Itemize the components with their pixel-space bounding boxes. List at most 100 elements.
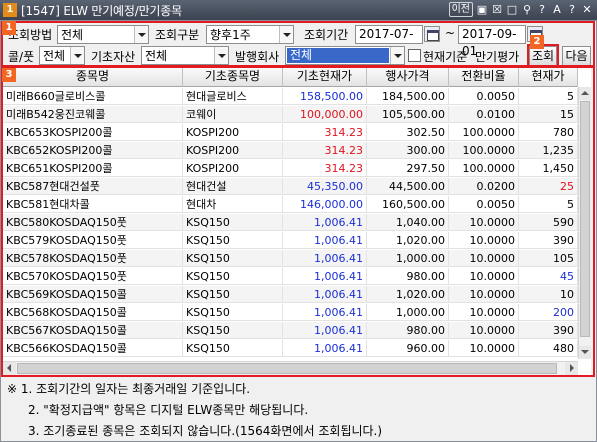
close-box-icon[interactable]: ☒	[491, 2, 503, 17]
table-row[interactable]: KBC579KOSDAQ150풋 KSQ150 1,006.41 1,020.00 10…	[3, 232, 578, 249]
date-from-input[interactable]: 2017-07-31	[355, 25, 423, 58]
note-3: 3. 조기종료된 종목은 조회되지 않습니다.(1564화면에서 조회됩니다.)	[28, 424, 383, 438]
next-button[interactable]: 다음	[562, 46, 591, 66]
table-row[interactable]: KBC566KOSDAQ150콜 KSQ150 1,006.41 960.00 10.0…	[3, 340, 578, 357]
type-value: 향후1주	[210, 28, 251, 42]
cell-underlying: KSQ150	[183, 304, 283, 321]
table-row[interactable]: KBC587현대건설풋 현대건설 45,350.00 44,500.00 0.0200 2…	[3, 178, 578, 195]
period-label: 조회기간	[304, 28, 349, 42]
cell-underlying: KSQ150	[183, 322, 283, 339]
chevron-down-icon[interactable]	[70, 47, 84, 64]
callput-label: 콜/풋	[8, 50, 35, 64]
help-icon[interactable]: ?	[536, 2, 548, 17]
cell-name: KBC653KOSPI200콜	[3, 124, 183, 141]
column-header-underlying[interactable]: 기초종목명	[183, 67, 283, 87]
close-icon[interactable]: ✕	[581, 2, 593, 17]
cell-strike: 1,000.00	[367, 250, 449, 267]
question-icon[interactable]: ?	[566, 2, 578, 17]
cell-name: KBC568KOSDAQ150콜	[3, 304, 183, 321]
cell-underlying-price: 1,006.41	[283, 268, 367, 285]
underlying-value: 전체	[145, 49, 168, 63]
table-row[interactable]: KBC581현대차콜 현대차 146,000.00 160,500.00 0.0050 5	[3, 196, 578, 213]
table-row[interactable]: KBC567KOSDAQ150콜 KSQ150 1,006.41 980.00 10.0…	[3, 322, 578, 339]
font-size-icon[interactable]: A	[551, 2, 563, 17]
scroll-right-icon[interactable]	[565, 362, 578, 375]
cell-strike: 1,020.00	[367, 232, 449, 249]
table-row[interactable]: KBC580KOSDAQ150풋 KSQ150 1,006.41 1,040.00 10…	[3, 214, 578, 231]
cell-name: KBC579KOSDAQ150풋	[3, 232, 183, 249]
cell-underlying-price: 1,006.41	[283, 250, 367, 267]
column-header-price[interactable]: 현재가	[519, 67, 578, 87]
cell-name: KBC570KOSDAQ150풋	[3, 268, 183, 285]
type-select[interactable]: 향후1주	[206, 25, 294, 44]
cell-price: 5	[519, 196, 578, 213]
method-select[interactable]: 전체	[57, 25, 149, 44]
cell-underlying-price: 146,000.00	[283, 196, 367, 213]
column-header-name[interactable]: 종목명	[3, 67, 183, 87]
cell-underlying-price: 1,006.41	[283, 304, 367, 321]
cell-underlying: KOSPI200	[183, 160, 283, 177]
table-row[interactable]: KBC652KOSPI200콜 KOSPI200 314.23 300.00 100.0…	[3, 142, 578, 159]
date-separator: ~	[445, 26, 456, 40]
cell-price: 390	[519, 232, 578, 249]
window-box-icon[interactable]: □	[506, 2, 518, 17]
current-basis-checkbox[interactable]	[408, 49, 421, 62]
cell-price: 590	[519, 214, 578, 231]
cell-underlying-price: 314.23	[283, 124, 367, 141]
maturity-eval-label: 만기평가	[475, 50, 520, 64]
cell-underlying-price: 1,006.41	[283, 232, 367, 249]
table-row[interactable]: KBC653KOSPI200콜 KOSPI200 314.23 302.50 100.0…	[3, 124, 578, 141]
cell-price: 1,235	[519, 142, 578, 159]
cell-underlying: KSQ150	[183, 340, 283, 357]
scroll-thumb[interactable]	[580, 101, 590, 337]
chevron-down-icon[interactable]	[390, 47, 404, 64]
cell-price: 1,450	[519, 160, 578, 177]
cell-underlying-price: 45,350.00	[283, 178, 367, 195]
column-header-underlying-price[interactable]: 기초현재가	[283, 67, 367, 87]
chevron-down-icon[interactable]	[279, 26, 293, 43]
calendar-icon[interactable]	[424, 26, 440, 42]
table-row[interactable]: KBC578KOSDAQ150풋 KSQ150 1,006.41 1,000.00 10…	[3, 250, 578, 267]
underlying-select[interactable]: 전체	[141, 46, 229, 65]
restore-icon[interactable]: ▣	[476, 2, 488, 17]
horizontal-scrollbar[interactable]	[3, 361, 578, 375]
cell-ratio: 0.0200	[449, 178, 519, 195]
cell-ratio: 10.0000	[449, 232, 519, 249]
table-row[interactable]: KBC568KOSDAQ150콜 KSQ150 1,006.41 1,000.00 10…	[3, 304, 578, 321]
scroll-thumb[interactable]	[17, 363, 557, 374]
table-row[interactable]: KBC570KOSDAQ150풋 KSQ150 1,006.41 980.00 10.0…	[3, 268, 578, 285]
cell-underlying-price: 1,006.41	[283, 340, 367, 357]
cell-strike: 1,040.00	[367, 214, 449, 231]
vertical-scrollbar[interactable]	[578, 87, 591, 359]
cell-ratio: 10.0000	[449, 340, 519, 357]
cell-name: KBC581현대차콜	[3, 196, 183, 213]
cell-ratio: 100.0000	[449, 124, 519, 141]
issuer-select[interactable]: 전체	[285, 46, 405, 65]
scroll-left-icon[interactable]	[3, 362, 16, 375]
scroll-up-icon[interactable]	[579, 87, 591, 100]
cell-underlying: KOSPI200	[183, 124, 283, 141]
table-row[interactable]: KBC651KOSPI200콜 KOSPI200 314.23 297.50 100.0…	[3, 160, 578, 177]
cell-ratio: 0.0050	[449, 88, 519, 105]
cell-underlying-price: 158,500.00	[283, 88, 367, 105]
callput-select[interactable]: 전체	[39, 46, 85, 65]
cell-underlying: KSQ150	[183, 250, 283, 267]
cell-price: 45	[519, 268, 578, 285]
column-header-strike[interactable]: 행사가격	[367, 67, 449, 87]
cell-ratio: 10.0000	[449, 286, 519, 303]
table-row[interactable]: 미래B542웅진코웨콜 코웨이 100,000.00 105,500.00 0.0100…	[3, 106, 578, 123]
cell-ratio: 10.0000	[449, 268, 519, 285]
chevron-down-icon[interactable]	[134, 26, 148, 43]
cell-price: 10	[519, 286, 578, 303]
search-button[interactable]: 조회	[529, 46, 557, 66]
cell-ratio: 10.0000	[449, 250, 519, 267]
date-to-input[interactable]: 2017-09-01	[458, 25, 526, 58]
scroll-down-icon[interactable]	[579, 346, 591, 359]
column-header-ratio[interactable]: 전환비율	[449, 67, 519, 87]
table-row[interactable]: KBC569KOSDAQ150콜 KSQ150 1,006.41 1,020.00 10…	[3, 286, 578, 303]
issuer-value: 전체	[287, 48, 389, 63]
table-row[interactable]: 미래B660글로비스콜 현대글로비스 158,500.00 184,500.00 0.0…	[3, 88, 578, 105]
pin-icon[interactable]: ⚲	[521, 2, 533, 17]
prev-screen-button[interactable]: 이전	[448, 2, 473, 17]
chevron-down-icon[interactable]	[214, 47, 228, 64]
